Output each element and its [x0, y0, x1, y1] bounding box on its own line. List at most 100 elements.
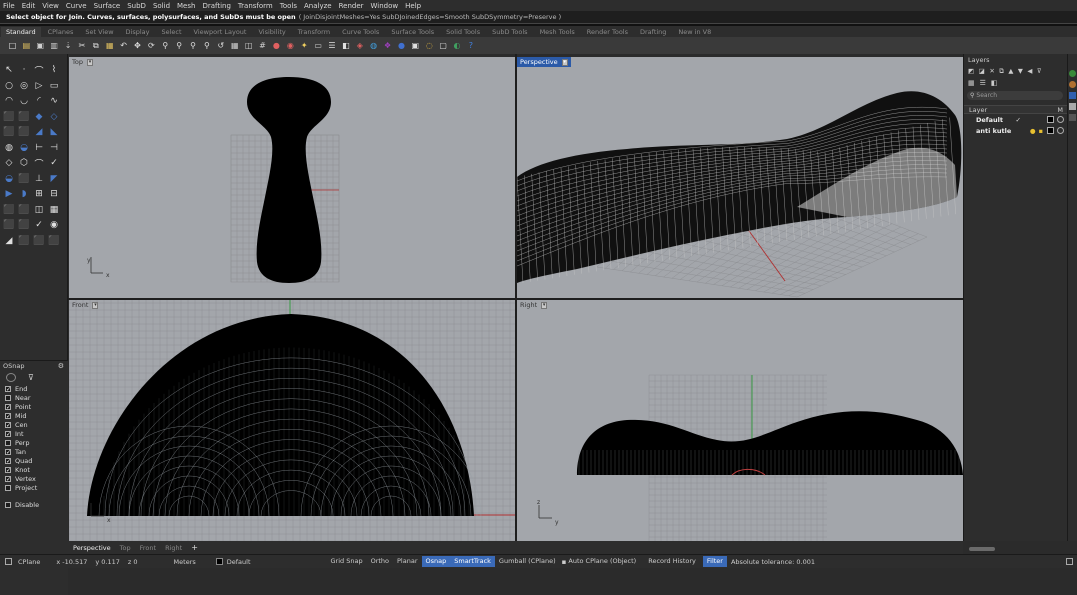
tab-set-view[interactable]: Set View: [85, 27, 113, 37]
left-tool-icon[interactable]: ⊢: [33, 142, 45, 154]
left-tool-icon[interactable]: ▷: [33, 80, 45, 92]
four-views-icon[interactable]: ▦: [229, 40, 240, 51]
viewport-front[interactable]: x Front ▾: [69, 300, 515, 541]
osnap-item-perp[interactable]: Perp: [0, 438, 68, 447]
help-circle-icon[interactable]: ?: [465, 40, 476, 51]
filter-icon[interactable]: ⊽: [1037, 67, 1042, 75]
object-properties-icon[interactable]: ◧: [340, 40, 351, 51]
print-icon[interactable]: ▥: [49, 40, 60, 51]
current-layer-check-icon[interactable]: ✓: [1016, 116, 1021, 124]
import-icon[interactable]: ⇣: [63, 40, 74, 51]
new-icon[interactable]: □: [7, 40, 18, 51]
paste-icon[interactable]: ▦: [104, 40, 115, 51]
up-icon[interactable]: ▲: [1008, 67, 1013, 75]
left-tool-icon[interactable]: ◒: [18, 142, 30, 154]
left-tool-icon[interactable]: ⬛: [18, 235, 30, 247]
viewport-front-title[interactable]: Front ▾: [69, 300, 101, 310]
left-tool-icon[interactable]: ⊣: [48, 142, 60, 154]
osnap-checkbox[interactable]: ✓: [5, 448, 11, 455]
tab-new-in-v8[interactable]: New in V8: [678, 27, 711, 37]
menu-item-transform[interactable]: Transform: [238, 2, 273, 10]
osnap-toggle[interactable]: Osnap: [421, 556, 451, 567]
undo-icon[interactable]: ↶: [118, 40, 129, 51]
delete-icon[interactable]: ✕: [989, 67, 994, 75]
left-tool-icon[interactable]: ·: [18, 64, 30, 76]
lightbulb-icon[interactable]: ●: [1030, 127, 1036, 135]
osnap-item-near[interactable]: Near: [0, 393, 68, 402]
left-tool-icon[interactable]: ◗: [18, 188, 30, 200]
menu-item-curve[interactable]: Curve: [66, 2, 87, 10]
tab-display[interactable]: Display: [126, 27, 150, 37]
left-tool-icon[interactable]: ⬛: [18, 219, 30, 231]
tab-visibility[interactable]: Visibility: [258, 27, 285, 37]
left-tool-icon[interactable]: ◇: [3, 157, 15, 169]
pan-icon[interactable]: ✥: [132, 40, 143, 51]
left-tool-icon[interactable]: ◎: [18, 80, 30, 92]
previous-icon[interactable]: ◀: [1027, 67, 1032, 75]
osnap-checkbox[interactable]: [5, 394, 11, 401]
menu-item-mesh[interactable]: Mesh: [177, 2, 195, 10]
menu-item-analyze[interactable]: Analyze: [304, 2, 332, 10]
new-sublayer-icon[interactable]: ◪: [979, 67, 985, 75]
layer-color-swatch[interactable]: [1047, 116, 1054, 123]
left-tool-icon[interactable]: ◤: [48, 173, 60, 185]
left-tool-icon[interactable]: ◜: [33, 95, 45, 107]
left-tool-icon[interactable]: ⬛: [18, 204, 30, 216]
tab-surface-tools[interactable]: Surface Tools: [391, 27, 434, 37]
left-tool-icon[interactable]: ⬛: [3, 204, 15, 216]
add-viewport-tab-button[interactable]: +: [191, 543, 198, 552]
left-tool-icon[interactable]: ⬛: [33, 235, 45, 247]
shaded-icon[interactable]: ●: [271, 40, 282, 51]
tab-subd-tools[interactable]: SubD Tools: [492, 27, 527, 37]
osnap-disable-row[interactable]: Disable: [0, 500, 68, 509]
left-tool-icon[interactable]: ◇: [48, 111, 60, 123]
auto-cplane-toggle[interactable]: Auto CPlane (Object): [568, 556, 640, 567]
ortho-toggle[interactable]: Ortho: [367, 556, 393, 567]
layers-tab-icon[interactable]: [1069, 92, 1076, 99]
osnap-checkbox[interactable]: ✓: [5, 421, 11, 428]
layer-row[interactable]: anti kutle ● ▪: [964, 125, 1067, 136]
zoom-window-icon[interactable]: ⚲: [174, 40, 185, 51]
layer-material-icon[interactable]: [1057, 116, 1064, 123]
osnap-item-vertex[interactable]: ✓ Vertex: [0, 474, 68, 483]
layers-search-input[interactable]: Search: [976, 92, 997, 99]
cplane-icon[interactable]: [5, 558, 12, 565]
lights-icon[interactable]: ✦: [299, 40, 310, 51]
properties-icon[interactable]: ☰: [326, 40, 337, 51]
command-options[interactable]: ( JoinDisjointMeshes=Yes SubDJoinedEdges…: [299, 13, 561, 21]
left-tool-icon[interactable]: ◢: [3, 235, 15, 247]
new-layer-icon[interactable]: ◩: [968, 67, 974, 75]
chevron-down-icon[interactable]: ▾: [86, 58, 93, 66]
open-icon[interactable]: ▤: [21, 40, 32, 51]
osnap-item-quad[interactable]: ✓ Quad: [0, 456, 68, 465]
left-tool-icon[interactable]: ◉: [48, 219, 60, 231]
left-tool-icon[interactable]: ◡: [18, 95, 30, 107]
tab-render-tools[interactable]: Render Tools: [587, 27, 628, 37]
layer-color-swatch[interactable]: [1047, 127, 1054, 134]
tab-mesh-tools[interactable]: Mesh Tools: [540, 27, 575, 37]
layer-icon[interactable]: ▭: [313, 40, 324, 51]
osnap-item-end[interactable]: ✓ End: [0, 384, 68, 393]
zoom-selected-icon[interactable]: ⚲: [201, 40, 212, 51]
planar-toggle[interactable]: Planar: [393, 556, 421, 567]
left-tool-icon[interactable]: ▭: [48, 80, 60, 92]
filter-toggle[interactable]: Filter: [702, 556, 727, 567]
menu-item-surface[interactable]: Surface: [94, 2, 121, 10]
left-tool-icon[interactable]: ◠: [3, 95, 15, 107]
status-cplane[interactable]: CPlane: [18, 558, 40, 566]
status-layer[interactable]: Default: [227, 558, 251, 566]
viewport-perspective[interactable]: Perspective ▾: [517, 57, 963, 298]
left-tool-icon[interactable]: ◆: [33, 111, 45, 123]
tab-curve-tools[interactable]: Curve Tools: [342, 27, 379, 37]
osnap-item-knot[interactable]: ✓ Knot: [0, 465, 68, 474]
viewport-tab-front[interactable]: Front: [140, 544, 156, 552]
tree-view-icon[interactable]: ☰: [980, 79, 986, 87]
zoom-icon[interactable]: ⚲: [160, 40, 171, 51]
osnap-checkbox[interactable]: [5, 439, 11, 446]
grid-icon[interactable]: #: [257, 40, 268, 51]
left-tool-icon[interactable]: ▶: [3, 188, 15, 200]
globe-icon[interactable]: ◐: [452, 40, 463, 51]
left-tool-icon[interactable]: ⬛: [18, 173, 30, 185]
lock-icon[interactable]: ▢: [438, 40, 449, 51]
render-tab-icon[interactable]: [1069, 81, 1076, 88]
